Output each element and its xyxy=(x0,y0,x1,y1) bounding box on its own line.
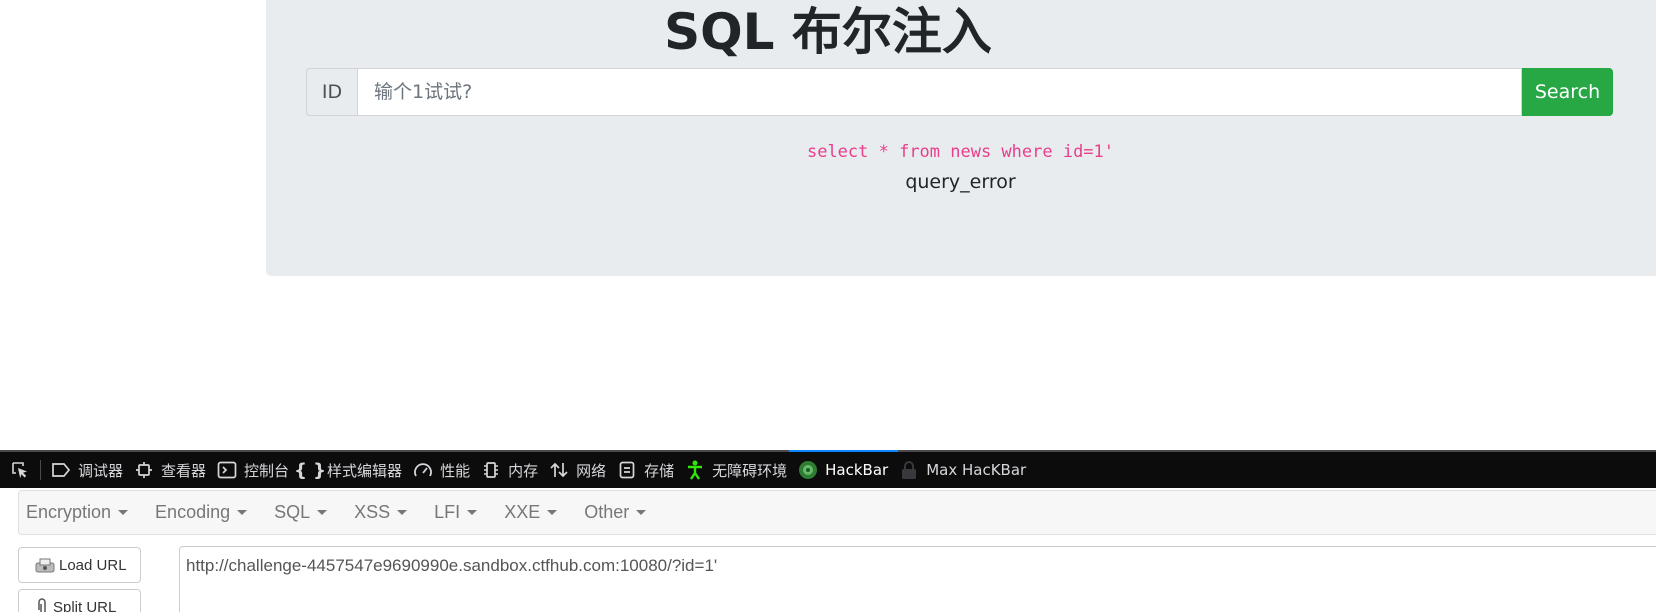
lock-icon xyxy=(898,460,920,480)
accessibility-icon xyxy=(684,460,706,480)
menu-other[interactable]: Other xyxy=(584,502,647,523)
style-editor-icon: { } xyxy=(294,459,326,481)
tab-max-hackbar[interactable]: Max HacKBar xyxy=(898,452,1036,488)
tab-label: 控制台 xyxy=(244,461,290,480)
tab-memory[interactable]: 内存 xyxy=(480,452,548,488)
caret-down-icon xyxy=(467,510,478,515)
menu-encoding[interactable]: Encoding xyxy=(155,502,248,523)
tab-accessibility[interactable]: 无障碍环境 xyxy=(684,452,797,488)
url-textarea[interactable]: http://challenge-4457547e9690990e.sandbo… xyxy=(179,546,1656,612)
hackbar-icon xyxy=(797,460,819,480)
menu-encryption[interactable]: Encryption xyxy=(26,502,129,523)
browser-viewport: SQL 布尔注入 ID Search select * from news wh… xyxy=(0,0,1656,612)
caret-down-icon xyxy=(397,510,408,515)
network-icon xyxy=(548,460,570,480)
menu-sql[interactable]: SQL xyxy=(274,502,328,523)
caret-down-icon xyxy=(547,510,558,515)
caret-down-icon xyxy=(317,510,328,515)
menu-lfi[interactable]: LFI xyxy=(434,502,478,523)
query-result-text: query_error xyxy=(905,171,1016,193)
console-icon xyxy=(216,460,238,480)
inspector-icon xyxy=(133,460,155,480)
debugger-icon xyxy=(50,460,72,480)
search-form: ID Search xyxy=(306,68,1613,116)
caret-down-icon xyxy=(118,510,129,515)
tab-label: 样式编辑器 xyxy=(327,461,403,480)
id-prepend-label: ID xyxy=(306,68,357,116)
hackbar-menu-bar: Encryption Encoding SQL XSS LFI XXE Othe… xyxy=(18,490,1656,535)
tab-performance[interactable]: 性能 xyxy=(412,452,480,488)
tab-storage[interactable]: 存储 xyxy=(616,452,684,488)
tab-debugger[interactable]: 调试器 xyxy=(50,452,133,488)
tab-label: 网络 xyxy=(576,461,607,480)
menu-xxe[interactable]: XXE xyxy=(504,502,558,523)
tab-label: 性能 xyxy=(440,461,471,480)
id-input[interactable] xyxy=(357,68,1522,116)
caret-down-icon xyxy=(636,510,647,515)
storage-icon xyxy=(616,460,638,480)
devtools-toolbar: 调试器 查看器 控制台 { } 样式编辑器 性能 内存 网络 存储 无障碍环境 … xyxy=(0,450,1656,488)
page-title: SQL 布尔注入 xyxy=(664,3,992,61)
tab-style-editor[interactable]: { } 样式编辑器 xyxy=(294,452,412,488)
memory-icon xyxy=(480,460,502,480)
toolbar-separator xyxy=(40,460,41,480)
split-url-button[interactable]: Split URL xyxy=(18,589,141,612)
load-url-icon xyxy=(35,557,55,573)
tab-label: Max HacKBar xyxy=(926,461,1027,479)
caret-down-icon xyxy=(237,510,248,515)
tab-hackbar[interactable]: HackBar xyxy=(789,450,899,488)
load-url-button[interactable]: Load URL xyxy=(18,547,141,583)
tab-label: HackBar xyxy=(825,461,889,479)
tab-label: 查看器 xyxy=(161,461,207,480)
tab-label: 无障碍环境 xyxy=(712,461,788,480)
tab-inspector[interactable]: 查看器 xyxy=(133,452,216,488)
tab-console[interactable]: 控制台 xyxy=(216,452,299,488)
paperclip-icon xyxy=(35,598,49,612)
tab-label: 调试器 xyxy=(78,461,124,480)
menu-xss[interactable]: XSS xyxy=(354,502,408,523)
devtools-panel: 调试器 查看器 控制台 { } 样式编辑器 性能 内存 网络 存储 无障碍环境 … xyxy=(0,450,1656,612)
sql-query-text: select * from news where id=1' xyxy=(806,142,1115,162)
search-button[interactable]: Search xyxy=(1522,68,1613,116)
performance-icon xyxy=(412,460,434,480)
element-picker-icon[interactable] xyxy=(0,452,40,488)
tab-label: 内存 xyxy=(508,461,539,480)
tab-label: 存储 xyxy=(644,461,675,480)
tab-network[interactable]: 网络 xyxy=(548,452,616,488)
